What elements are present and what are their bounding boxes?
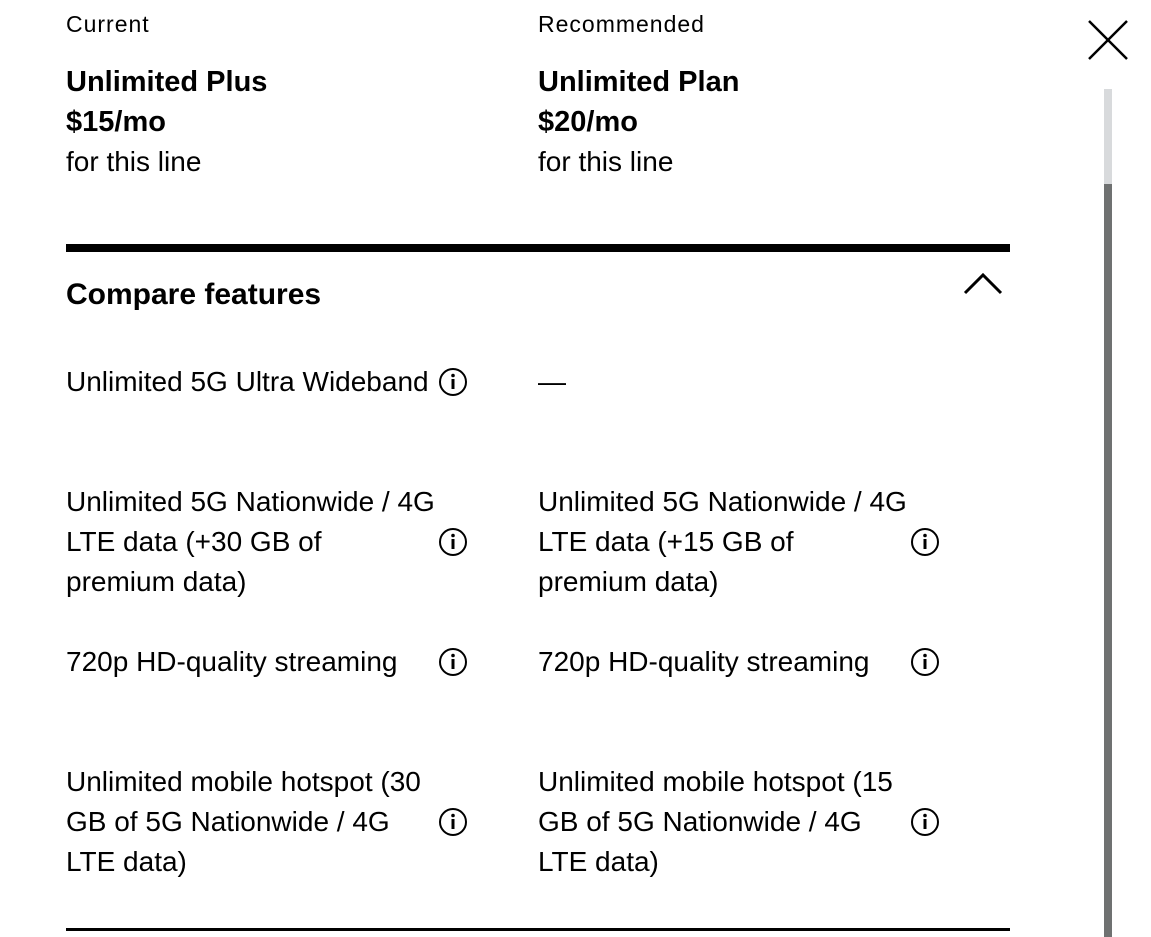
feature-text: Unlimited 5G Nationwide / 4G LTE data (+… — [66, 486, 435, 597]
section-divider — [66, 928, 1010, 931]
recommended-plan-price: $20/mo — [538, 106, 638, 138]
scrollbar[interactable] — [1104, 89, 1112, 937]
info-icon[interactable] — [438, 807, 468, 837]
feature-text: Unlimited mobile hotspot (30 GB of 5G Na… — [66, 766, 421, 877]
feature-text: 720p HD-quality streaming — [66, 646, 398, 677]
current-plan-price: $15/mo — [66, 106, 166, 138]
feature-current: Unlimited 5G Ultra Wideband — [66, 362, 538, 402]
feature-recommended: Unlimited mobile hotspot (15 GB of 5G Na… — [538, 762, 1010, 882]
feature-text: 720p HD-quality streaming — [538, 646, 870, 677]
feature-text: Unlimited mobile hotspot (15 GB of 5G Na… — [538, 766, 893, 877]
feature-not-included: — — [538, 366, 566, 397]
info-icon[interactable] — [910, 807, 940, 837]
scrollbar-thumb[interactable] — [1104, 184, 1112, 937]
info-icon[interactable] — [438, 527, 468, 557]
feature-row: Unlimited 5G Ultra Wideband — — [66, 362, 1010, 482]
compare-features-toggle[interactable]: Compare features — [66, 270, 1010, 320]
current-plan: Current Unlimited Plus $15/mo for this l… — [66, 8, 538, 182]
chevron-up-icon[interactable] — [962, 269, 1004, 299]
feature-row: Unlimited mobile hotspot (30 GB of 5G Na… — [66, 762, 1010, 922]
feature-recommended: Unlimited 5G Nationwide / 4G LTE data (+… — [538, 482, 1010, 602]
feature-text: Unlimited 5G Nationwide / 4G LTE data (+… — [538, 486, 907, 597]
current-plan-name: Unlimited Plus — [66, 66, 268, 98]
info-icon[interactable] — [438, 647, 468, 677]
compare-features-title: Compare features — [66, 278, 322, 311]
feature-list: Unlimited 5G Ultra Wideband — Unlimited … — [66, 362, 1010, 922]
recommended-plan-subtext: for this line — [538, 146, 674, 177]
feature-row: Unlimited 5G Nationwide / 4G LTE data (+… — [66, 482, 1010, 642]
close-button[interactable] — [1086, 18, 1130, 62]
recommended-plan-label: Recommended — [538, 11, 705, 37]
feature-recommended: 720p HD-quality streaming — [538, 642, 1010, 682]
close-icon — [1088, 20, 1128, 60]
current-plan-subtext: for this line — [66, 146, 202, 177]
feature-current: Unlimited mobile hotspot (30 GB of 5G Na… — [66, 762, 538, 882]
feature-text: Unlimited 5G Ultra Wideband — [66, 366, 429, 397]
recommended-plan: Recommended Unlimited Plan $20/mo for th… — [538, 8, 1010, 182]
info-icon[interactable] — [910, 647, 940, 677]
feature-current: Unlimited 5G Nationwide / 4G LTE data (+… — [66, 482, 538, 602]
feature-recommended: — — [538, 362, 1010, 402]
section-divider — [66, 244, 1010, 252]
current-plan-label: Current — [66, 11, 150, 37]
info-icon[interactable] — [438, 367, 468, 397]
feature-row: 720p HD-quality streaming 720p HD-qualit… — [66, 642, 1010, 762]
plan-summary: Current Unlimited Plus $15/mo for this l… — [66, 8, 1010, 182]
feature-current: 720p HD-quality streaming — [66, 642, 538, 682]
recommended-plan-name: Unlimited Plan — [538, 66, 740, 98]
info-icon[interactable] — [910, 527, 940, 557]
